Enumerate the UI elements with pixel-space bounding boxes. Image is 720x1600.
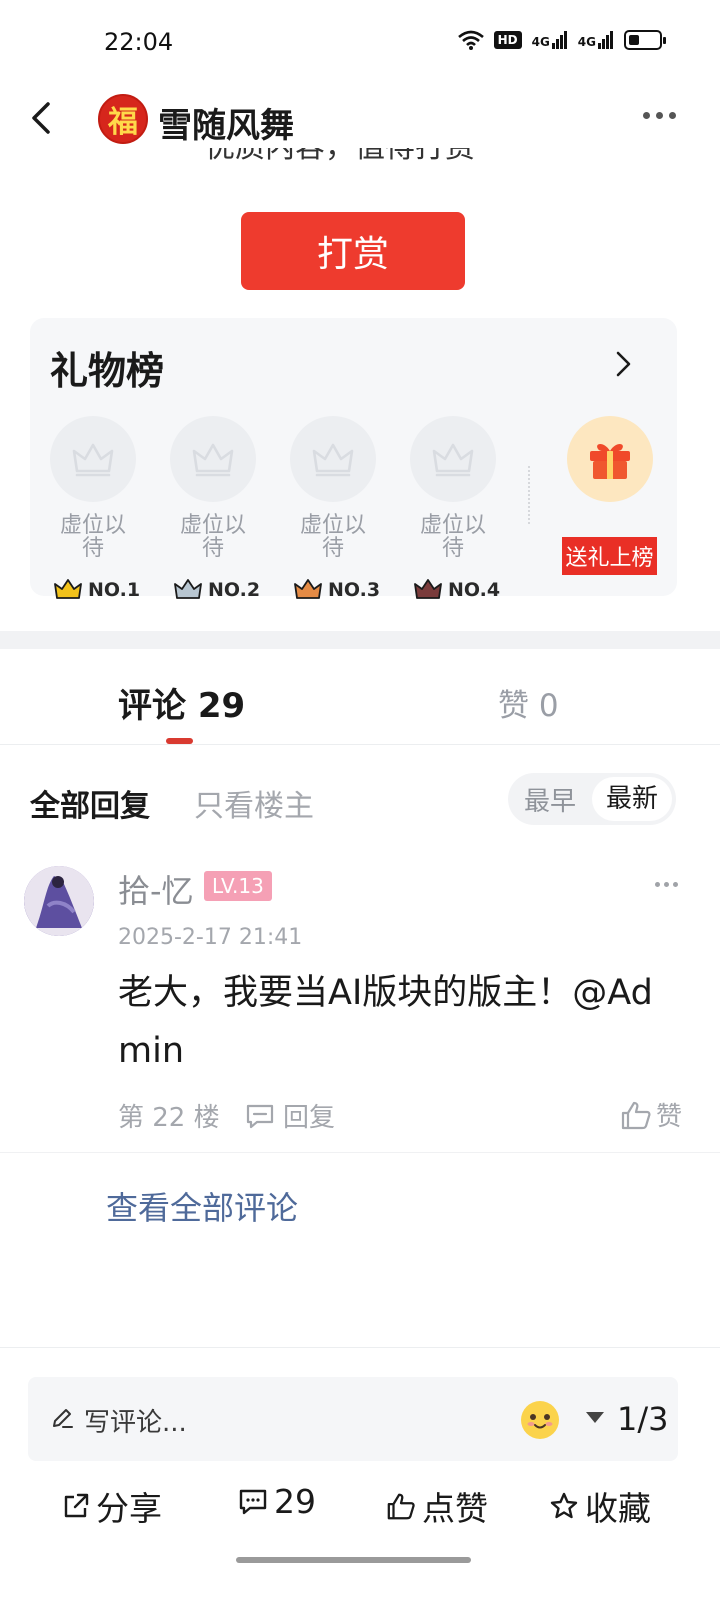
send-gift-button[interactable]: 送礼上榜	[562, 537, 657, 575]
more-options-button[interactable]	[643, 112, 676, 119]
home-indicator[interactable]	[236, 1557, 471, 1563]
crown-icon	[432, 443, 474, 477]
thumbs-up-icon	[621, 1101, 651, 1129]
section-separator	[0, 631, 720, 649]
crown-icon	[312, 443, 354, 477]
reply-button[interactable]: 回复	[245, 1097, 335, 1134]
gift-divider	[528, 466, 530, 524]
slot-label: 虚位以待	[419, 513, 486, 561]
emoji-icon	[522, 1402, 558, 1438]
level-badge: LV.13	[204, 871, 272, 901]
view-all-comments-link[interactable]: 查看全部评论	[106, 1183, 298, 1229]
like-post-button[interactable]: 点赞	[386, 1482, 488, 1530]
gift-icon	[590, 444, 630, 479]
back-button[interactable]	[24, 98, 64, 138]
rank-crown-icon	[294, 579, 322, 599]
crown-placeholder	[170, 416, 256, 502]
gift-slot[interactable]: 虚位以待	[408, 416, 498, 560]
sort-latest-option[interactable]: 最新	[592, 777, 672, 821]
reward-caption: 优质内容，值得打赏	[205, 148, 515, 176]
crown-icon	[192, 443, 234, 477]
gift-slot[interactable]: 虚位以待	[288, 416, 378, 560]
gift-slot[interactable]: 虚位以待	[48, 416, 138, 560]
more-dots-icon	[655, 882, 660, 887]
comment-input-placeholder[interactable]: 写评论...	[84, 1402, 187, 1439]
commenter-avatar[interactable]	[24, 866, 94, 936]
status-time: 22:04	[104, 28, 174, 56]
page-dropdown-icon[interactable]	[586, 1412, 604, 1423]
comment-time: 2025-2-17 21:41	[118, 925, 303, 950]
sort-toggle: 最早 最新	[508, 773, 676, 825]
rank-crown-icon	[54, 579, 82, 599]
avatar-image	[24, 866, 94, 936]
comments-button[interactable]: 29	[238, 1482, 316, 1521]
author-avatar[interactable]: 福	[98, 94, 148, 144]
comment-divider	[0, 1152, 720, 1153]
more-dots-icon	[643, 112, 650, 119]
comment-text: 老大，我要当AI版块的版主！@Admin	[118, 973, 653, 1071]
star-icon	[550, 1492, 578, 1519]
crown-placeholder	[290, 416, 376, 502]
slot-label: 虚位以待	[59, 513, 126, 561]
rank-label: NO.2	[174, 578, 260, 602]
emoji-button[interactable]	[521, 1401, 559, 1439]
share-icon	[64, 1493, 89, 1518]
crown-icon	[72, 443, 114, 477]
tab-divider	[0, 744, 720, 745]
comment-floor: 第 22 楼	[118, 1103, 220, 1133]
wifi-icon	[457, 30, 484, 50]
tab-comments[interactable]: 评论 29	[118, 678, 245, 727]
signal-icon-2: 4G	[578, 31, 614, 49]
comment-icon	[239, 1489, 267, 1514]
reply-icon	[246, 1104, 274, 1128]
rank-label: NO.1	[54, 578, 140, 602]
page-indicator[interactable]: 1/3	[617, 1400, 669, 1438]
commenter-name[interactable]: 拾-忆	[118, 866, 194, 912]
bottom-divider	[0, 1347, 720, 1348]
filter-all-replies[interactable]: 全部回复	[30, 781, 150, 825]
logo-char: 福	[108, 105, 138, 140]
slot-label: 虚位以待	[299, 513, 366, 561]
chevron-right-icon	[616, 351, 631, 377]
rank-crown-icon	[174, 579, 202, 599]
crown-placeholder	[50, 416, 136, 502]
battery-icon	[624, 30, 666, 50]
like-comment-button[interactable]: 赞	[620, 1096, 682, 1133]
crown-placeholder	[410, 416, 496, 502]
author-name[interactable]: 雪随风舞	[158, 98, 294, 147]
slot-label: 虚位以待	[179, 513, 246, 561]
gift-board-title: 礼物榜	[50, 349, 165, 393]
favorite-button[interactable]: 收藏	[549, 1482, 651, 1530]
rank-label: NO.3	[294, 578, 380, 602]
gift-board-more-button[interactable]	[612, 350, 636, 378]
status-icons: HD 4G 4G	[457, 30, 666, 50]
reward-button[interactable]: 打赏	[241, 212, 465, 290]
pencil-icon	[50, 1406, 74, 1430]
comment-more-button[interactable]	[655, 882, 678, 887]
chevron-left-icon	[32, 102, 50, 134]
share-button[interactable]: 分享	[62, 1482, 162, 1530]
hd-badge: HD	[493, 31, 522, 49]
filter-owner-only[interactable]: 只看楼主	[194, 781, 314, 825]
signal-icon: 4G	[532, 31, 568, 49]
rank-crown-icon	[414, 579, 442, 599]
tab-likes[interactable]: 赞 0	[498, 680, 559, 725]
gift-slot[interactable]: 虚位以待	[168, 416, 258, 560]
send-gift-icon-button[interactable]	[567, 416, 653, 502]
thumbs-up-icon	[387, 1493, 415, 1520]
sort-earliest-option[interactable]: 最早	[508, 781, 592, 818]
rank-label: NO.4	[414, 578, 500, 602]
